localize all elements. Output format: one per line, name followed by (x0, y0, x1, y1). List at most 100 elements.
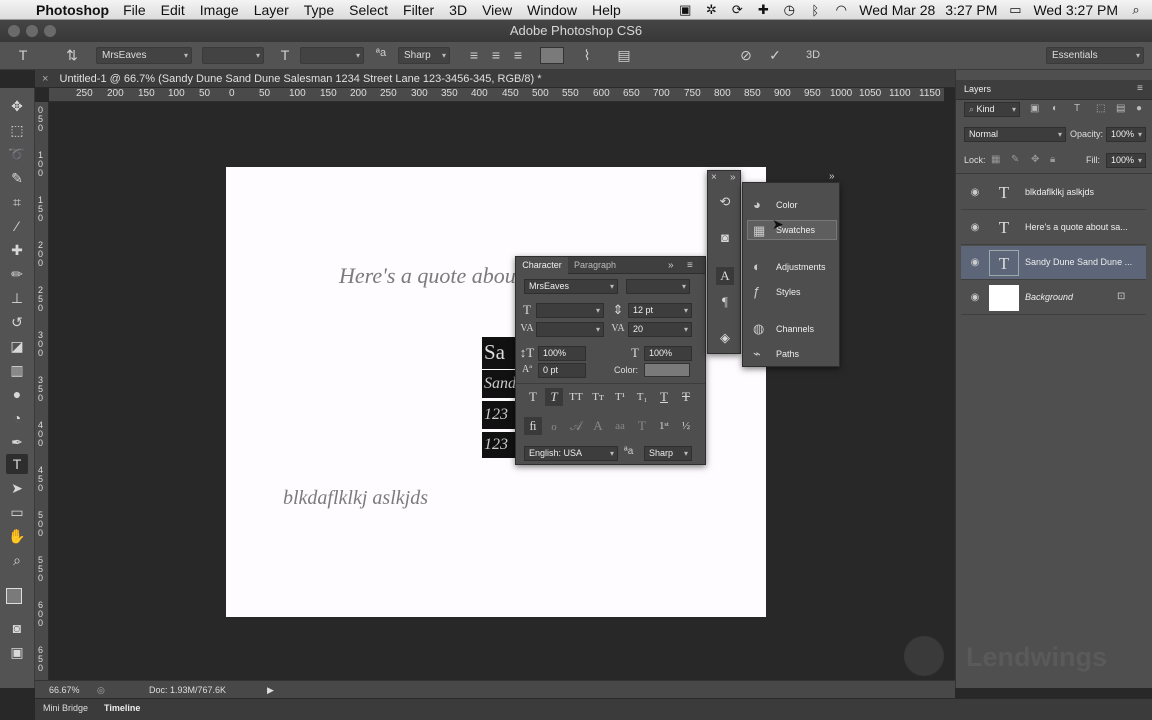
menu-window[interactable]: Window (527, 2, 577, 18)
crop-tool-icon[interactable]: ⌗ (6, 192, 28, 212)
zoom-level[interactable]: 66.67% (49, 681, 80, 699)
foreground-color-swatch[interactable] (6, 588, 22, 604)
contextual-icon[interactable]: T (633, 417, 651, 435)
collapse-dock-icon[interactable]: » (829, 171, 835, 182)
filter-toggle-icon[interactable]: ● (1136, 103, 1142, 114)
small-caps-icon[interactable]: Tт (589, 388, 607, 406)
vertical-ruler[interactable]: 050 100 150 200 250 300 350 400 450 500 … (35, 102, 49, 680)
menu-image[interactable]: Image (200, 2, 239, 18)
layer-name[interactable]: Sandy Dune Sand Dune ... (1025, 257, 1132, 267)
menu-help[interactable]: Help (592, 2, 621, 18)
camera-panel-icon[interactable]: ◙ (716, 229, 734, 247)
minimize-window-button[interactable] (26, 25, 38, 37)
dock-item-color[interactable]: ◕ Color (747, 195, 837, 215)
lock-position-icon[interactable]: ✥ (1031, 154, 1039, 165)
status-share-icon[interactable]: ◎ (97, 681, 105, 699)
bluetooth-icon[interactable]: ᛒ (807, 3, 823, 18)
expand-strip-icon[interactable]: » (730, 172, 736, 183)
tab-timeline[interactable]: Timeline (104, 703, 140, 713)
quote-text-layer[interactable]: Here's a quote abou (339, 263, 516, 289)
align-right-icon[interactable]: ≡ (509, 47, 527, 64)
layer-row[interactable]: ◉ T blkdaflklkj aslkjds (961, 176, 1146, 210)
character-font-size[interactable]: ▾ (536, 303, 604, 318)
visibility-eye-icon[interactable]: ◉ (969, 222, 981, 233)
lock-all-icon[interactable]: 🔒︎ (1050, 154, 1055, 165)
menu-view[interactable]: View (482, 2, 512, 18)
character-font-style[interactable]: ▾ (626, 279, 690, 294)
menu-app-name[interactable]: Photoshop (36, 2, 109, 18)
dock-item-channels[interactable]: ◍ Channels (747, 319, 837, 339)
marquee-tool-icon[interactable]: ⬚ (6, 120, 28, 140)
menu-edit[interactable]: Edit (161, 2, 185, 18)
fractions-icon[interactable]: ½ (677, 417, 695, 435)
layer-name[interactable]: Background (1025, 292, 1073, 302)
move-tool-icon[interactable]: ✥ (6, 96, 28, 116)
character-horizontal-scale[interactable]: 100% (644, 346, 692, 361)
dock-item-adjustments[interactable]: ◐ Adjustments (747, 257, 837, 277)
lasso-tool-icon[interactable]: ➰ (6, 144, 28, 164)
fill-input[interactable]: 100% ▾ (1106, 153, 1146, 168)
dock-item-paths[interactable]: ⌁ Paths (747, 344, 837, 364)
quick-select-tool-icon[interactable]: ✎ (6, 168, 28, 188)
swash-icon[interactable]: 𝒜 (567, 417, 585, 435)
camera-icon[interactable]: ▣ (677, 2, 693, 18)
dock-item-swatches[interactable]: ▦ Swatches (747, 220, 837, 240)
battery-icon[interactable]: ▭ (1007, 2, 1023, 18)
blend-mode-select[interactable]: Normal ▾ (964, 127, 1066, 142)
character-baseline-shift[interactable]: 0 pt (538, 363, 586, 378)
menubar-time[interactable]: 3:27 PM (945, 2, 997, 18)
layers-tab[interactable]: Layers (964, 84, 991, 94)
menu-select[interactable]: Select (349, 2, 388, 18)
layer-row[interactable]: ◉ Background ⊡ (961, 281, 1146, 315)
filter-adjustment-icon[interactable]: ◐ (1052, 103, 1058, 114)
menu-file[interactable]: File (123, 2, 146, 18)
menu-layer[interactable]: Layer (254, 2, 289, 18)
menu-3d[interactable]: 3D (449, 2, 467, 18)
ligatures-icon[interactable]: ﬁ (524, 417, 542, 435)
type-tool-icon[interactable]: T (6, 454, 28, 474)
font-style-select[interactable]: ▾ (202, 47, 264, 64)
blur-tool-icon[interactable]: ● (6, 384, 28, 404)
wifi-icon[interactable]: ◠ (833, 2, 849, 18)
all-caps-icon[interactable]: TT (567, 388, 585, 406)
layer-name[interactable]: Here's a quote about sa... (1025, 222, 1128, 232)
filter-shape-icon[interactable]: ⬚ (1096, 103, 1105, 114)
zoom-tool-icon[interactable]: ⌕ (6, 550, 28, 570)
text-color-swatch[interactable] (540, 47, 564, 64)
align-left-icon[interactable]: ≡ (465, 47, 483, 64)
brightness-icon[interactable]: ✲ (703, 2, 719, 18)
stamp-tool-icon[interactable]: ⊥ (6, 288, 28, 308)
paragraph-panel-icon[interactable]: ¶ (716, 293, 734, 311)
menubar-clock[interactable]: Wed 3:27 PM (1033, 2, 1118, 18)
close-strip-icon[interactable]: × (711, 172, 717, 183)
status-menu-arrow-icon[interactable]: ▶ (267, 681, 274, 699)
history-icon[interactable]: ⟲ (716, 193, 734, 211)
character-panel-icon[interactable]: A (716, 267, 734, 285)
timemachine-icon[interactable]: ◷ (781, 2, 797, 18)
lock-pixels-icon[interactable]: ✎ (1011, 154, 1019, 165)
sync-icon[interactable]: ⟳ (729, 2, 745, 18)
screen-mode-icon[interactable]: ▣ (6, 642, 28, 662)
visibility-eye-icon[interactable]: ◉ (969, 292, 981, 303)
zoom-window-button[interactable] (44, 25, 56, 37)
layer-name[interactable]: blkdaflklkj aslkjds (1025, 187, 1094, 197)
font-size-select[interactable]: ▾ (300, 47, 364, 64)
superscript-icon[interactable]: T¹ (611, 388, 629, 406)
filter-pixel-icon[interactable]: ▣ (1030, 103, 1039, 114)
subscript-icon[interactable]: T₁ (633, 388, 651, 406)
character-vertical-scale[interactable]: 100% (538, 346, 586, 361)
dock-item-styles[interactable]: ƒ Styles (747, 282, 837, 302)
opacity-input[interactable]: 100% ▾ (1106, 127, 1146, 142)
close-window-button[interactable] (8, 25, 20, 37)
strikethrough-icon[interactable]: T (677, 388, 695, 406)
antialias-select[interactable]: Sharp ▾ (398, 47, 450, 64)
selected-text-block[interactable]: 123 (482, 432, 518, 458)
bottom-text-layer[interactable]: blkdaflklkj aslkjds (283, 487, 428, 510)
document-tab-title[interactable]: Untitled-1 @ 66.7% (Sandy Dune Sand Dune… (60, 73, 542, 85)
document-tab[interactable]: × Untitled-1 @ 66.7% (Sandy Dune Sand Du… (35, 70, 955, 88)
filter-type-icon[interactable]: T (1074, 103, 1080, 114)
collapse-panel-icon[interactable]: » (668, 257, 674, 274)
healing-tool-icon[interactable]: ✚ (6, 240, 28, 260)
character-leading[interactable]: 12 pt ▾ (628, 303, 692, 318)
panels-toggle-icon[interactable]: ▤ (614, 47, 634, 64)
